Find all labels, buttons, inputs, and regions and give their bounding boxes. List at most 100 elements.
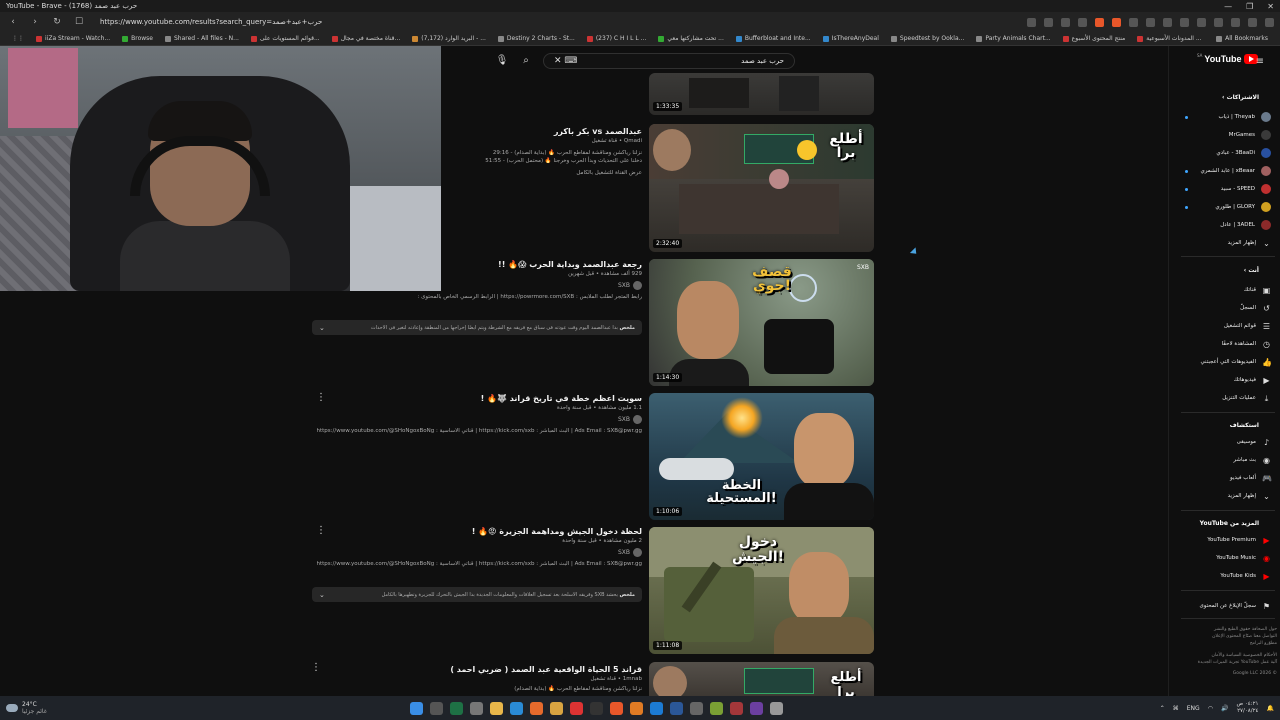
sidebar-item-your-videos[interactable]: فيديوهاتك ▶ [1173,372,1277,388]
language-indicator[interactable]: ENG [1187,705,1200,712]
vpn-icon[interactable] [1248,17,1257,27]
bookmark-item[interactable]: IsThereAnyDeal [817,35,885,42]
chrome-icon[interactable] [570,701,583,715]
vscode-icon[interactable] [650,701,663,715]
video-title[interactable]: عبدالصمد vs بكر باكرر [382,127,642,136]
bookmark-item[interactable]: المدونات الأسبوعية ... [1131,35,1207,42]
app-icon[interactable] [730,701,743,715]
app-icon[interactable] [710,701,723,715]
search-icon[interactable]: ⌕ [519,54,533,68]
app-icon[interactable] [630,701,643,715]
volume-icon[interactable]: 🔊 [1221,705,1228,712]
bookmark-item[interactable]: iiZa Stream - Watch... [30,35,116,42]
ai-summary-bar[interactable]: ⌄ ملخص يحشد SXB وفريقه الأسلحة بعد تسجيل… [312,587,642,602]
video-title[interactable]: سويت اعظم خطة في تاريخ قراند 🐺🔥 ! [322,394,642,403]
subscription-item[interactable]: SPEED - سبيد [1173,181,1277,197]
extension-icon[interactable] [1163,17,1172,27]
bookmark-icon[interactable]: ☐ [72,17,86,27]
playlist-link[interactable]: عرض القناة للتشغيل بالكامل [382,170,642,176]
sidebar-item-premium[interactable]: YouTube Premium ▶ [1173,532,1277,548]
subscription-item[interactable]: xBeaar | عابد الشمري [1173,163,1277,179]
chevron-down-icon[interactable]: ⌄ [319,324,325,332]
video-thumbnail[interactable]: دخول الجيش! 1:11:08 [649,527,874,654]
bookmark-item[interactable]: تحت مشاركتها معي ... [652,35,730,42]
video-title[interactable]: قراند 5 الحياة الواقعية عبد الصمد ( ضربي… [322,665,642,674]
reload-icon[interactable]: ↻ [50,17,64,27]
sidebar-item-liked[interactable]: الفيديوهات التي أعجبتني 👍 [1173,354,1277,370]
menu-icon[interactable] [1265,17,1274,27]
sidebar-item-report-history[interactable]: سجلّ الإبلاغ عن المحتوى ⚑ [1173,598,1277,614]
clear-icon[interactable]: ✕ ⌨ [554,56,577,66]
subscription-item[interactable]: MrGames [1173,127,1277,143]
video-title[interactable]: رجعة عبدالصمد وبداية الحرب 😱🔥 !! [322,260,642,269]
app-icon[interactable] [770,701,783,715]
edge-icon[interactable] [510,701,523,715]
bookmark-item[interactable]: Browse [116,35,159,42]
bookmark-item[interactable]: Party Animals Chart... [970,35,1056,42]
close-icon[interactable]: ✕ [1267,2,1274,11]
you-header[interactable]: أنت › [1173,267,1277,274]
channel-link[interactable]: SXB [322,281,642,290]
video-title[interactable]: لحظة دخول الجيش ومداهمة الجزيرة 😡🔥 ! [322,527,642,536]
video-thumbnail[interactable]: أطلع برا 2:32:40 [649,124,874,252]
subscription-item[interactable]: 3ADEL | عادل [1173,217,1277,233]
footer-links[interactable]: حول الصحافة حقوق الطبع والنشر التواصل مع… [1177,626,1277,677]
channel-link[interactable]: SXB [322,548,642,557]
sidebar-icon[interactable] [1214,17,1223,27]
search-input[interactable]: ✕ ⌨ حرب عبد صمد [543,53,795,69]
folder-icon[interactable] [550,701,563,715]
bookmark-item[interactable]: (7,172) البريد الوارد - ... [406,35,492,42]
bookmark-item[interactable]: (237) C H I L L ... [581,35,652,42]
brave-icon[interactable] [610,701,623,715]
url-input[interactable]: https://www.youtube.com/results?search_q… [100,18,322,26]
wallet-icon[interactable] [1231,17,1240,27]
weather-widget[interactable]: 24°C غائم جزئيا [6,701,47,715]
app-icon[interactable] [750,701,763,715]
sidebar-item-music-app[interactable]: YouTube Music ◉ [1173,550,1277,566]
terminal-icon[interactable] [590,701,603,715]
zoom-icon[interactable] [1044,17,1053,27]
sidebar-item-music[interactable]: موسيقى ♪ [1173,434,1277,450]
music-icon[interactable] [1197,17,1206,27]
sidebar-item-kids[interactable]: YouTube Kids ▶ [1173,568,1277,584]
show-more-button[interactable]: إظهار المزيد ⌄ [1173,235,1277,251]
subscription-item[interactable]: 3BaaDi - عبادي [1173,145,1277,161]
bookmark-item[interactable]: Bufferbloat and Inte... [730,35,817,42]
settings-icon[interactable] [470,701,483,715]
bookmark-item[interactable]: قناة مختصة في مجال... [326,35,407,42]
firefox-icon[interactable] [530,701,543,715]
more-actions-icon[interactable]: ⋮ [311,662,321,673]
sidebar-item-gaming[interactable]: ألعاب فيديو 🎮 [1173,470,1277,486]
sidebar-item-live[interactable]: بث مباشر ◉ [1173,452,1277,468]
bookmark-item[interactable]: Destiny 2 Charts - St... [492,35,581,42]
brave-shields-icon[interactable] [1095,17,1104,27]
file-explorer-icon[interactable] [490,701,503,715]
start-icon[interactable] [410,701,423,715]
video-thumbnail[interactable]: الخطة المستحيلة! 1:10:06 [649,393,874,520]
sidebar-item-downloads[interactable]: عمليات التنزيل ⤓ [1173,390,1277,406]
subscriptions-header[interactable]: الاشتراكات › [1173,94,1277,101]
brave-rewards-icon[interactable] [1112,17,1121,27]
channel-link[interactable]: SXB [322,415,642,424]
sidebar-item-playlists[interactable]: قوائم التشغيل ☰ [1173,318,1277,334]
bookmark-item[interactable]: Speedtest by Ookla... [885,35,970,42]
video-thumbnail[interactable]: أطلع برا [649,662,874,696]
apps-icon[interactable]: ⋮⋮ [6,35,30,42]
wifi-icon[interactable]: ◠ [1208,705,1213,712]
mic-icon[interactable]: 🎙 [495,54,509,68]
bookmark-item[interactable]: Shared - All files - N... [159,35,245,42]
subscription-item[interactable]: Theyab | ذياب [1173,109,1277,125]
excel-icon[interactable] [450,701,463,715]
subscription-item[interactable]: GLORY | طلوري [1173,199,1277,215]
forward-icon[interactable]: › [28,17,42,27]
extension-icon[interactable] [1146,17,1155,27]
star-icon[interactable] [1078,17,1087,27]
video-thumbnail[interactable]: قصف جوي! SXB 1:14:30 [649,259,874,386]
video-thumbnail[interactable]: 1:33:35 [649,73,874,115]
all-bookmarks-button[interactable]: All Bookmarks [1210,35,1274,42]
ai-summary-bar[interactable]: ⌄ ملخص بدأ عبدالصمد اليوم وقت عودته فى س… [312,320,642,335]
sidebar-item-your-channel[interactable]: قناتك ▣ [1173,282,1277,298]
clock[interactable]: ٠٤:٢١ ص ٢٧/٠٨/٢٤ [1236,701,1258,715]
maximize-icon[interactable]: ❐ [1246,2,1253,11]
notification-icon[interactable]: 🔔 [1267,705,1274,712]
